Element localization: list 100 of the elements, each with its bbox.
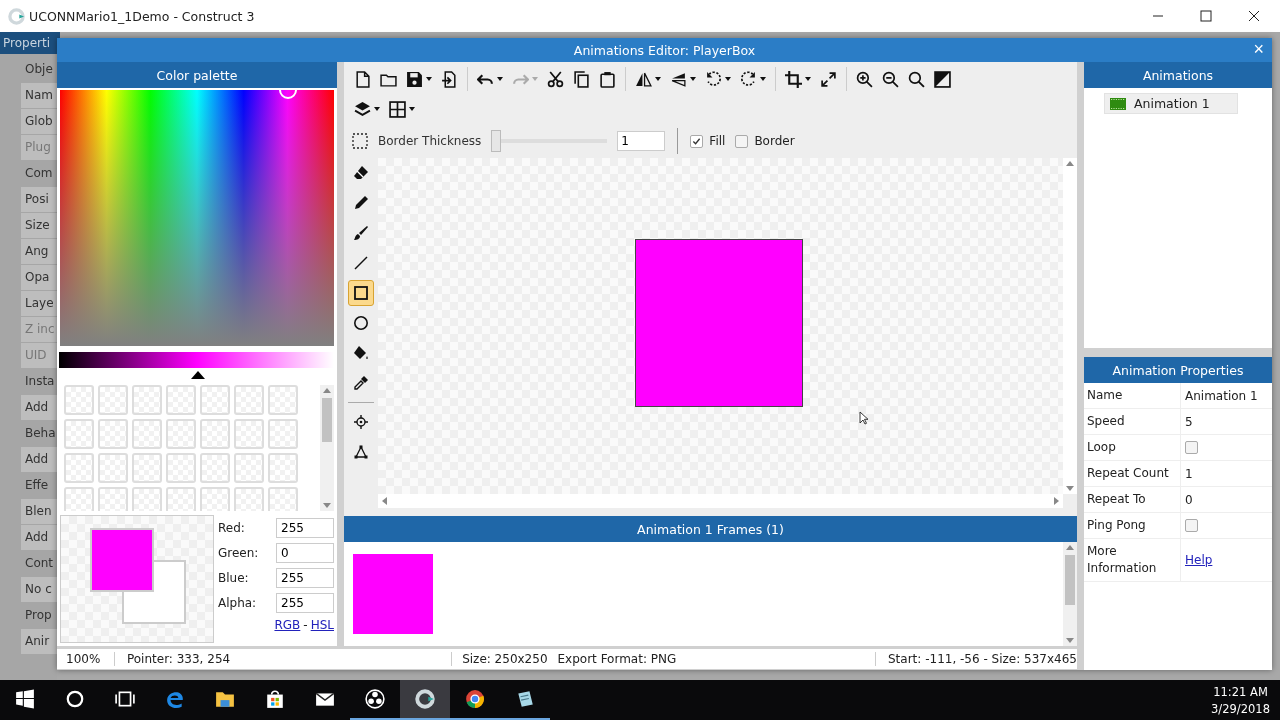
selection-icon[interactable] bbox=[352, 133, 368, 149]
color-swatch[interactable] bbox=[234, 453, 264, 483]
panel-header: Animations bbox=[1084, 62, 1272, 88]
eyedropper-icon bbox=[353, 375, 369, 391]
slider-thumb[interactable] bbox=[491, 130, 502, 152]
caret-icon bbox=[760, 77, 766, 81]
checkbox[interactable] bbox=[1185, 441, 1198, 454]
aperture-icon bbox=[365, 689, 385, 709]
property-label: Opa bbox=[21, 265, 57, 290]
property-value: 1 bbox=[1185, 466, 1193, 481]
scroll-up-icon[interactable] bbox=[323, 388, 331, 393]
color-swatch[interactable] bbox=[64, 453, 94, 483]
color-swatch[interactable] bbox=[98, 385, 128, 415]
color-swatch[interactable] bbox=[268, 385, 298, 415]
scroll-up-icon[interactable] bbox=[1066, 161, 1074, 166]
color-swatch[interactable] bbox=[166, 453, 196, 483]
property-label: Ang bbox=[21, 239, 57, 264]
property-name: Name bbox=[1084, 383, 1181, 408]
clock-date: 3/29/2018 bbox=[1211, 701, 1270, 716]
export-format: Export Format: PNG bbox=[547, 652, 876, 666]
input-field[interactable]: 255 bbox=[276, 593, 334, 613]
checkbox[interactable] bbox=[1185, 519, 1198, 532]
color-swatch[interactable] bbox=[166, 385, 196, 415]
expand-icon bbox=[820, 70, 837, 88]
taskbar-button[interactable] bbox=[400, 680, 450, 720]
color-swatch[interactable] bbox=[234, 419, 264, 449]
property-label: Add bbox=[21, 447, 57, 472]
task-view-icon bbox=[115, 689, 135, 709]
property-label: Blen bbox=[21, 499, 57, 524]
caret-icon bbox=[532, 77, 538, 81]
maximize-icon[interactable] bbox=[1200, 10, 1212, 22]
checkbox-label: Border bbox=[754, 134, 795, 148]
scroll-right-icon[interactable] bbox=[1054, 497, 1059, 505]
panel-tab[interactable]: Properti bbox=[0, 32, 60, 54]
link[interactable]: RGB bbox=[274, 618, 301, 632]
color-spectrum[interactable] bbox=[60, 90, 334, 346]
flip-horizontal-icon bbox=[635, 70, 652, 88]
color-swatch[interactable] bbox=[234, 385, 264, 415]
color-swatch[interactable] bbox=[64, 385, 94, 415]
checkbox[interactable] bbox=[735, 134, 749, 148]
color-swatch[interactable] bbox=[200, 487, 230, 511]
scroll-down-icon[interactable] bbox=[323, 503, 331, 508]
help-link[interactable]: Help bbox=[1185, 553, 1213, 567]
frame-thumbnail[interactable] bbox=[353, 554, 433, 634]
caret-icon bbox=[655, 77, 661, 81]
color-swatch[interactable] bbox=[132, 453, 162, 483]
primary-color-swatch[interactable] bbox=[90, 528, 154, 592]
tool-button[interactable] bbox=[348, 280, 374, 306]
color-swatch[interactable] bbox=[268, 419, 298, 449]
scroll-down-icon[interactable] bbox=[1066, 486, 1074, 491]
contrast-icon bbox=[934, 70, 951, 88]
number-field[interactable]: 1 bbox=[617, 131, 666, 151]
flip-vertical-icon bbox=[670, 70, 687, 88]
color-swatch[interactable] bbox=[200, 419, 230, 449]
caret-icon bbox=[690, 77, 696, 81]
eraser-icon bbox=[353, 165, 369, 181]
color-swatch[interactable] bbox=[200, 453, 230, 483]
color-swatch[interactable] bbox=[64, 419, 94, 449]
color-swatch[interactable] bbox=[234, 487, 264, 511]
scroll-down-icon[interactable] bbox=[1066, 638, 1074, 643]
scroll-up-icon[interactable] bbox=[1066, 545, 1074, 550]
property-value: 0 bbox=[1185, 492, 1193, 507]
color-swatch[interactable] bbox=[132, 419, 162, 449]
animation-list-item[interactable]: Animation 1 bbox=[1104, 93, 1238, 114]
close-button[interactable]: × bbox=[1249, 39, 1268, 59]
file-icon bbox=[354, 70, 371, 88]
film-icon bbox=[1110, 97, 1126, 110]
rotate-right-icon bbox=[740, 70, 757, 88]
magnifier-icon bbox=[908, 70, 925, 88]
color-swatch[interactable] bbox=[166, 419, 196, 449]
property-label: Nam bbox=[21, 83, 57, 108]
color-swatch[interactable] bbox=[132, 385, 162, 415]
input-field[interactable]: 255 bbox=[276, 518, 334, 538]
scrollbar[interactable] bbox=[1063, 158, 1077, 494]
color-swatch[interactable] bbox=[200, 385, 230, 415]
export-icon bbox=[441, 70, 458, 88]
color-swatch[interactable] bbox=[166, 487, 196, 511]
color-swatch[interactable] bbox=[98, 487, 128, 511]
property-label: Effe bbox=[24, 477, 50, 494]
scissors-icon bbox=[547, 70, 564, 88]
color-swatch[interactable] bbox=[64, 487, 94, 511]
input-field[interactable]: 255 bbox=[276, 568, 334, 588]
input-field[interactable]: 0 bbox=[276, 543, 334, 563]
color-swatch[interactable] bbox=[132, 487, 162, 511]
scrollbar[interactable] bbox=[320, 385, 334, 511]
color-swatch[interactable] bbox=[98, 453, 128, 483]
color-swatch[interactable] bbox=[268, 487, 298, 511]
copy-icon bbox=[573, 70, 590, 88]
checkbox[interactable] bbox=[690, 134, 704, 148]
scrollbar[interactable] bbox=[378, 494, 1063, 508]
scrollbar[interactable] bbox=[1063, 542, 1077, 646]
shade-slider[interactable] bbox=[59, 352, 334, 380]
link[interactable]: HSL bbox=[310, 618, 334, 632]
property-label: Insta bbox=[24, 373, 56, 390]
close-icon[interactable] bbox=[1248, 10, 1260, 22]
field-label: Alpha: bbox=[218, 596, 257, 610]
notepad-icon bbox=[515, 689, 535, 709]
scroll-left-icon[interactable] bbox=[382, 497, 387, 505]
color-swatch[interactable] bbox=[98, 419, 128, 449]
color-swatch[interactable] bbox=[268, 453, 298, 483]
